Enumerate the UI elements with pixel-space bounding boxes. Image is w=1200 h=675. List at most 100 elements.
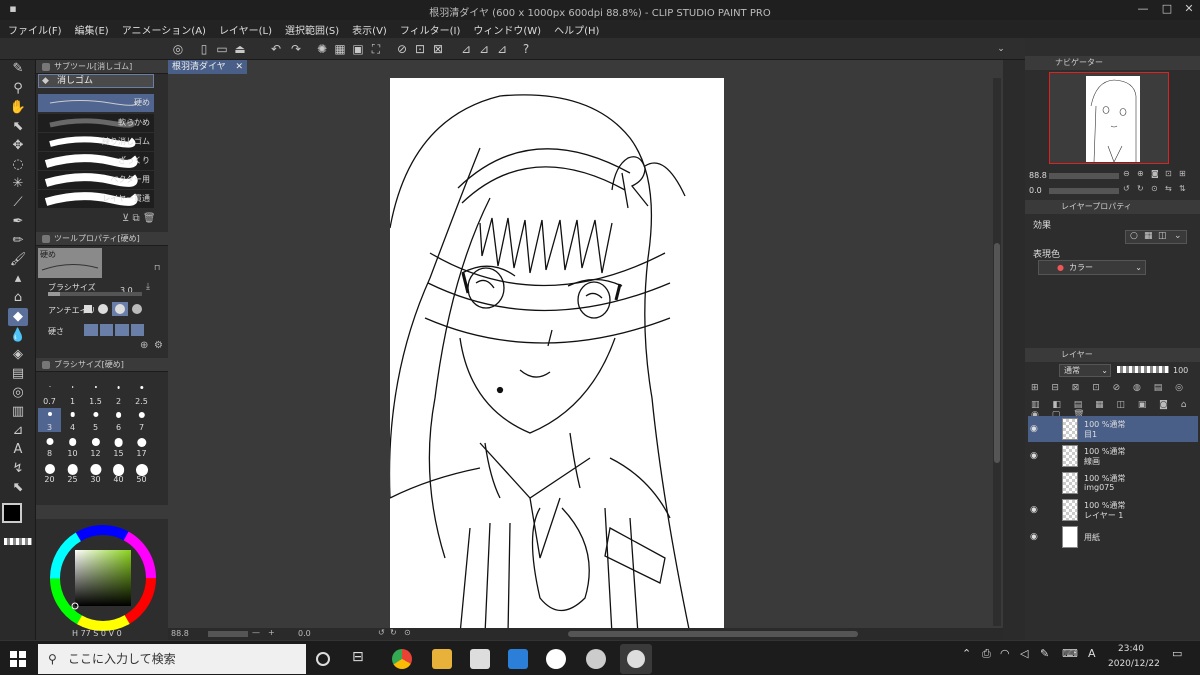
- menu-view[interactable]: 表示(V): [352, 22, 387, 37]
- opacity-value[interactable]: 100: [1173, 366, 1188, 375]
- brush-size-option[interactable]: 10: [61, 434, 84, 458]
- ruler-icon[interactable]: ⊿: [458, 41, 474, 57]
- navigator-zoom-slider[interactable]: [1049, 173, 1119, 179]
- aa-none-option[interactable]: [84, 305, 92, 313]
- visibility-eye-icon[interactable]: ◉: [1030, 451, 1040, 461]
- subtool-settings-icon[interactable]: ⊻: [122, 213, 129, 224]
- brush-size-option[interactable]: 25: [61, 460, 84, 484]
- save-icon[interactable]: ⏏: [232, 41, 248, 57]
- hand-tool-icon[interactable]: ✋: [8, 99, 28, 117]
- nav-reset-rotate-icon[interactable]: ⊙: [1151, 184, 1158, 193]
- help-icon[interactable]: ?: [518, 41, 534, 57]
- brush-size-option[interactable]: 7: [130, 408, 153, 432]
- expression-color-select[interactable]: ● カラー ⌄: [1038, 260, 1146, 275]
- brush-size-option[interactable]: 3: [38, 408, 61, 432]
- brush-size-option[interactable]: 40: [107, 460, 130, 484]
- visibility-eye-icon[interactable]: ◉: [1030, 505, 1040, 515]
- device-icon[interactable]: ⎙: [982, 647, 991, 661]
- layer-property-tab[interactable]: レイヤープロパティ: [1061, 200, 1132, 214]
- airbrush-tool-icon[interactable]: ▴: [8, 270, 28, 288]
- pen-tool-icon[interactable]: ✒: [8, 213, 28, 231]
- visibility-eye-icon[interactable]: ◉: [1030, 532, 1040, 542]
- brush-size-option[interactable]: 1: [61, 382, 84, 406]
- brush-size-option[interactable]: 50: [130, 460, 153, 484]
- collapse-chevron-icon[interactable]: ⌄: [993, 41, 1009, 57]
- pen-icon[interactable]: ✎: [1040, 647, 1049, 660]
- eraser-tool-icon[interactable]: ◆: [8, 308, 28, 326]
- nav-actual-size-icon[interactable]: ⊡: [1165, 169, 1172, 178]
- redo-icon[interactable]: ↷: [288, 41, 304, 57]
- size-menu-icon[interactable]: ⤓: [146, 282, 150, 292]
- show-hidden-icons-icon[interactable]: ⌃: [962, 647, 971, 660]
- select-all-icon[interactable]: ⊡: [412, 41, 428, 57]
- pen-mini-icon[interactable]: ✎: [8, 60, 28, 78]
- nav-zoom-out-icon[interactable]: ⊖: [1123, 169, 1130, 178]
- notification-icon[interactable]: ▭: [1172, 647, 1182, 660]
- nav-flip-h-icon[interactable]: ⇆: [1165, 184, 1172, 193]
- chrome-icon[interactable]: [392, 649, 412, 669]
- menu-layer[interactable]: レイヤー(L): [219, 22, 272, 37]
- operation-tool-icon[interactable]: ⬉: [8, 118, 28, 136]
- brush-size-option[interactable]: 20: [38, 460, 61, 484]
- brush-size-option[interactable]: 2: [107, 382, 130, 406]
- menu-selection[interactable]: 選択範囲(S): [285, 22, 339, 37]
- taskbar-search[interactable]: ⚲ ここに入力して検索: [38, 644, 306, 674]
- brush-item[interactable]: ベクター用: [38, 171, 154, 189]
- layer-row[interactable]: ◉ 用紙: [1028, 524, 1198, 550]
- lock-icon[interactable]: ⊓: [154, 263, 160, 272]
- aa-medium-option[interactable]: [112, 302, 128, 316]
- navigator-angle-slider[interactable]: [1049, 188, 1119, 194]
- navigator-preview[interactable]: [1049, 72, 1169, 164]
- brush-size-option[interactable]: 5: [84, 408, 107, 432]
- frame-tool-icon[interactable]: ▥: [8, 403, 28, 421]
- brush-size-option[interactable]: 12: [84, 434, 107, 458]
- clear-outside-icon[interactable]: ▦: [332, 41, 348, 57]
- gradient-tool-icon[interactable]: ▤: [8, 365, 28, 383]
- angle-value[interactable]: 0.0: [298, 629, 311, 638]
- eyedropper-icon[interactable]: ⟋: [8, 194, 28, 212]
- pencil-tool-icon[interactable]: ✏: [8, 232, 28, 250]
- brush-size-option[interactable]: 1.5: [84, 382, 107, 406]
- correct-line-tool-icon[interactable]: ⬉: [8, 479, 28, 497]
- fill-tool-icon[interactable]: ◈: [8, 346, 28, 364]
- main-color-swatch[interactable]: [2, 503, 22, 523]
- menu-filter[interactable]: フィルター(I): [400, 22, 461, 37]
- itunes-icon[interactable]: [546, 649, 566, 669]
- vertical-scrollbar[interactable]: [993, 78, 1001, 626]
- keyboard-icon[interactable]: ⌨: [1062, 647, 1078, 660]
- clock-time[interactable]: 23:40: [1118, 644, 1144, 654]
- aa-weak-option[interactable]: [98, 304, 108, 314]
- start-button[interactable]: [10, 651, 26, 667]
- rotate-left-icon[interactable]: ↺: [378, 628, 385, 637]
- volume-icon[interactable]: ◁: [1020, 647, 1028, 660]
- brush-item[interactable]: レイヤー貫通: [38, 190, 154, 208]
- invert-selection-icon[interactable]: ⊠: [430, 41, 446, 57]
- text-tool-icon[interactable]: A: [8, 441, 28, 459]
- shape-tool-icon[interactable]: ◎: [8, 384, 28, 402]
- border-effect-icon[interactable]: ○: [1130, 231, 1138, 241]
- zoom-slider[interactable]: [208, 631, 248, 637]
- horizontal-scroll-thumb[interactable]: [568, 631, 858, 637]
- nav-zoom-in-icon[interactable]: ⊕: [1137, 169, 1144, 178]
- nav-fit-icon[interactable]: ◙: [1151, 169, 1159, 178]
- deselect-icon[interactable]: ⊘: [394, 41, 410, 57]
- canvas-paper[interactable]: [390, 78, 724, 634]
- maximize-icon[interactable]: □: [1160, 2, 1174, 16]
- clear-icon[interactable]: ✺: [314, 41, 330, 57]
- zoom-in-icon[interactable]: +: [268, 628, 275, 637]
- nav-rotate-left-icon[interactable]: ↺: [1123, 184, 1130, 193]
- wifi-icon[interactable]: ◠: [1000, 647, 1010, 660]
- brush-item[interactable]: 練り消しゴム: [38, 133, 154, 151]
- task-view-icon[interactable]: ⊟: [352, 649, 372, 669]
- decoration-tool-icon[interactable]: ⌂: [8, 289, 28, 307]
- balloon-tool-icon[interactable]: ↯: [8, 460, 28, 478]
- visibility-eye-icon[interactable]: [1030, 478, 1040, 488]
- snap-icon[interactable]: ⊿: [494, 41, 510, 57]
- document-tab[interactable]: 根羽清ダイヤ ✕: [168, 60, 247, 74]
- brush-size-option[interactable]: 17: [130, 434, 153, 458]
- mail-icon[interactable]: [508, 649, 528, 669]
- zoom-out-icon[interactable]: —: [252, 628, 260, 637]
- brush-size-option[interactable]: 0.7: [38, 382, 61, 406]
- minimize-icon[interactable]: —: [1136, 2, 1150, 16]
- nav-rotate-right-icon[interactable]: ↻: [1137, 184, 1144, 193]
